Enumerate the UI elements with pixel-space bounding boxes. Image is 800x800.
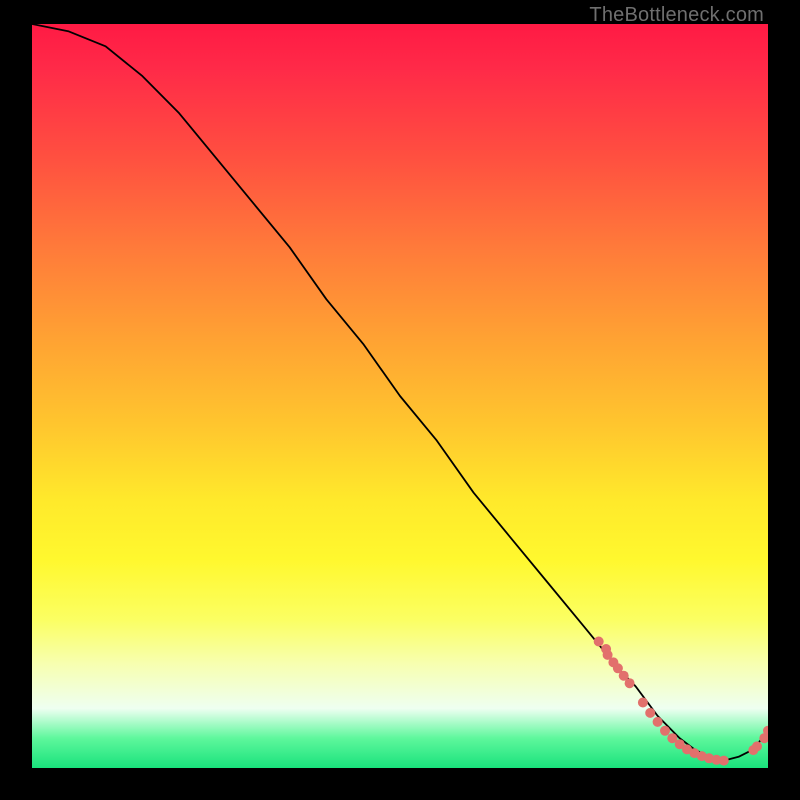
data-point — [660, 726, 670, 736]
chart-svg — [32, 24, 768, 768]
data-point — [638, 698, 648, 708]
data-point — [625, 678, 635, 688]
data-point — [594, 637, 604, 647]
chart-area — [32, 24, 768, 768]
data-markers — [594, 637, 768, 766]
data-point — [645, 708, 655, 718]
data-point — [719, 756, 729, 766]
bottleneck-curve — [32, 24, 768, 761]
data-point — [653, 717, 663, 727]
data-point — [752, 741, 762, 751]
